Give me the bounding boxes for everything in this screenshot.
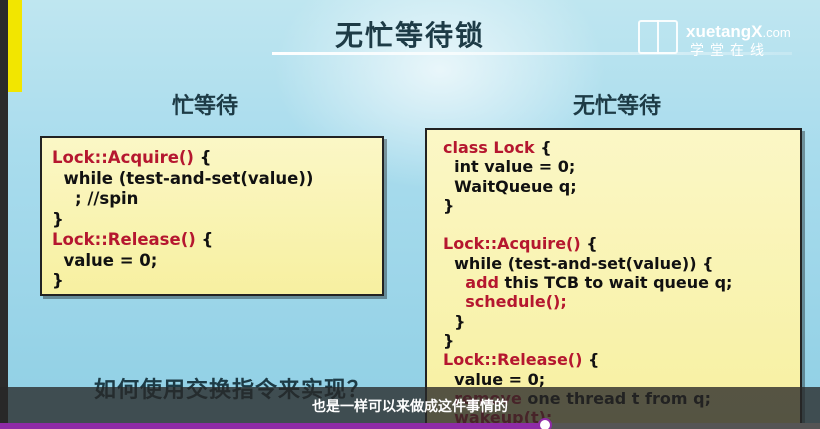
left-edge-bar xyxy=(0,0,8,429)
code-text: } xyxy=(443,311,466,331)
code-text: value = 0; xyxy=(52,250,158,270)
code-text: } xyxy=(52,209,64,229)
code-text: int value = 0; xyxy=(443,157,576,177)
code-keyword: Lock::Release() xyxy=(443,350,583,370)
code-text: value = 0; xyxy=(443,369,546,389)
logo-cn: 学堂在线 xyxy=(690,43,770,59)
code-text: } xyxy=(443,195,455,215)
code-text: { xyxy=(582,350,600,370)
video-progress-handle[interactable] xyxy=(538,418,553,429)
code-text: } xyxy=(52,271,64,290)
code-line: Lock::Release() { xyxy=(443,350,800,369)
code-line: ; //spin xyxy=(52,189,382,210)
code-line: value = 0; xyxy=(443,370,800,389)
code-text: while (test-and-set(value)) { xyxy=(443,253,714,273)
code-line: value = 0; xyxy=(52,251,382,272)
code-keyword: schedule(); xyxy=(465,292,567,312)
video-progress-fill xyxy=(0,423,546,429)
code-line: } xyxy=(52,271,382,292)
code-line: while (test-and-set(value)) { xyxy=(443,254,800,273)
code-keyword: Lock::Acquire() xyxy=(443,234,581,254)
code-text: ; //spin xyxy=(52,189,139,208)
code-text: { xyxy=(534,138,552,157)
code-line: Lock::Acquire() { xyxy=(443,234,800,253)
code-text: } xyxy=(443,330,455,350)
code-text: while (test-and-set(value)) xyxy=(52,168,314,188)
code-keyword: add xyxy=(465,273,499,293)
code-text: { xyxy=(580,234,598,254)
xuetangx-logo: xuetangX.com 学堂在线 xyxy=(638,18,791,62)
code-keyword: class Lock xyxy=(443,138,535,157)
code-text: WaitQueue q; xyxy=(443,176,577,196)
busy-wait-code-box: Lock::Acquire() { while (test-and-set(va… xyxy=(40,136,384,296)
logo-brand: xuetangX.com xyxy=(686,22,791,41)
no-busy-wait-heading: 无忙等待 xyxy=(573,94,662,119)
code-line: schedule(); xyxy=(443,292,800,311)
no-busy-wait-code-box: class Lock { int value = 0; WaitQueue q;… xyxy=(425,128,802,429)
busy-wait-heading: 忙等待 xyxy=(172,94,239,119)
code-keyword: Lock::Acquire() xyxy=(52,148,194,167)
code-line: Lock::Acquire() { xyxy=(52,148,382,169)
subtitle-text: 也是一样可以来做成这件事情的 xyxy=(312,399,508,415)
code-keyword: Lock::Release() xyxy=(52,230,196,249)
code-line: WaitQueue q; xyxy=(443,177,800,196)
code-line: while (test-and-set(value)) xyxy=(52,169,382,190)
code-text: { xyxy=(195,230,214,249)
code-line: } xyxy=(52,210,382,231)
code-line: class Lock { xyxy=(443,138,800,157)
code-text: { xyxy=(193,148,212,167)
code-text: this TCB to wait queue q; xyxy=(498,273,733,293)
code-line: } xyxy=(443,331,800,350)
code-line: Lock::Release() { xyxy=(52,230,382,251)
code-line: } xyxy=(443,196,800,215)
code-line: int value = 0; xyxy=(443,157,800,176)
book-icon xyxy=(638,20,678,54)
code-line: } xyxy=(443,312,800,331)
code-line: add this TCB to wait queue q; xyxy=(443,273,800,292)
